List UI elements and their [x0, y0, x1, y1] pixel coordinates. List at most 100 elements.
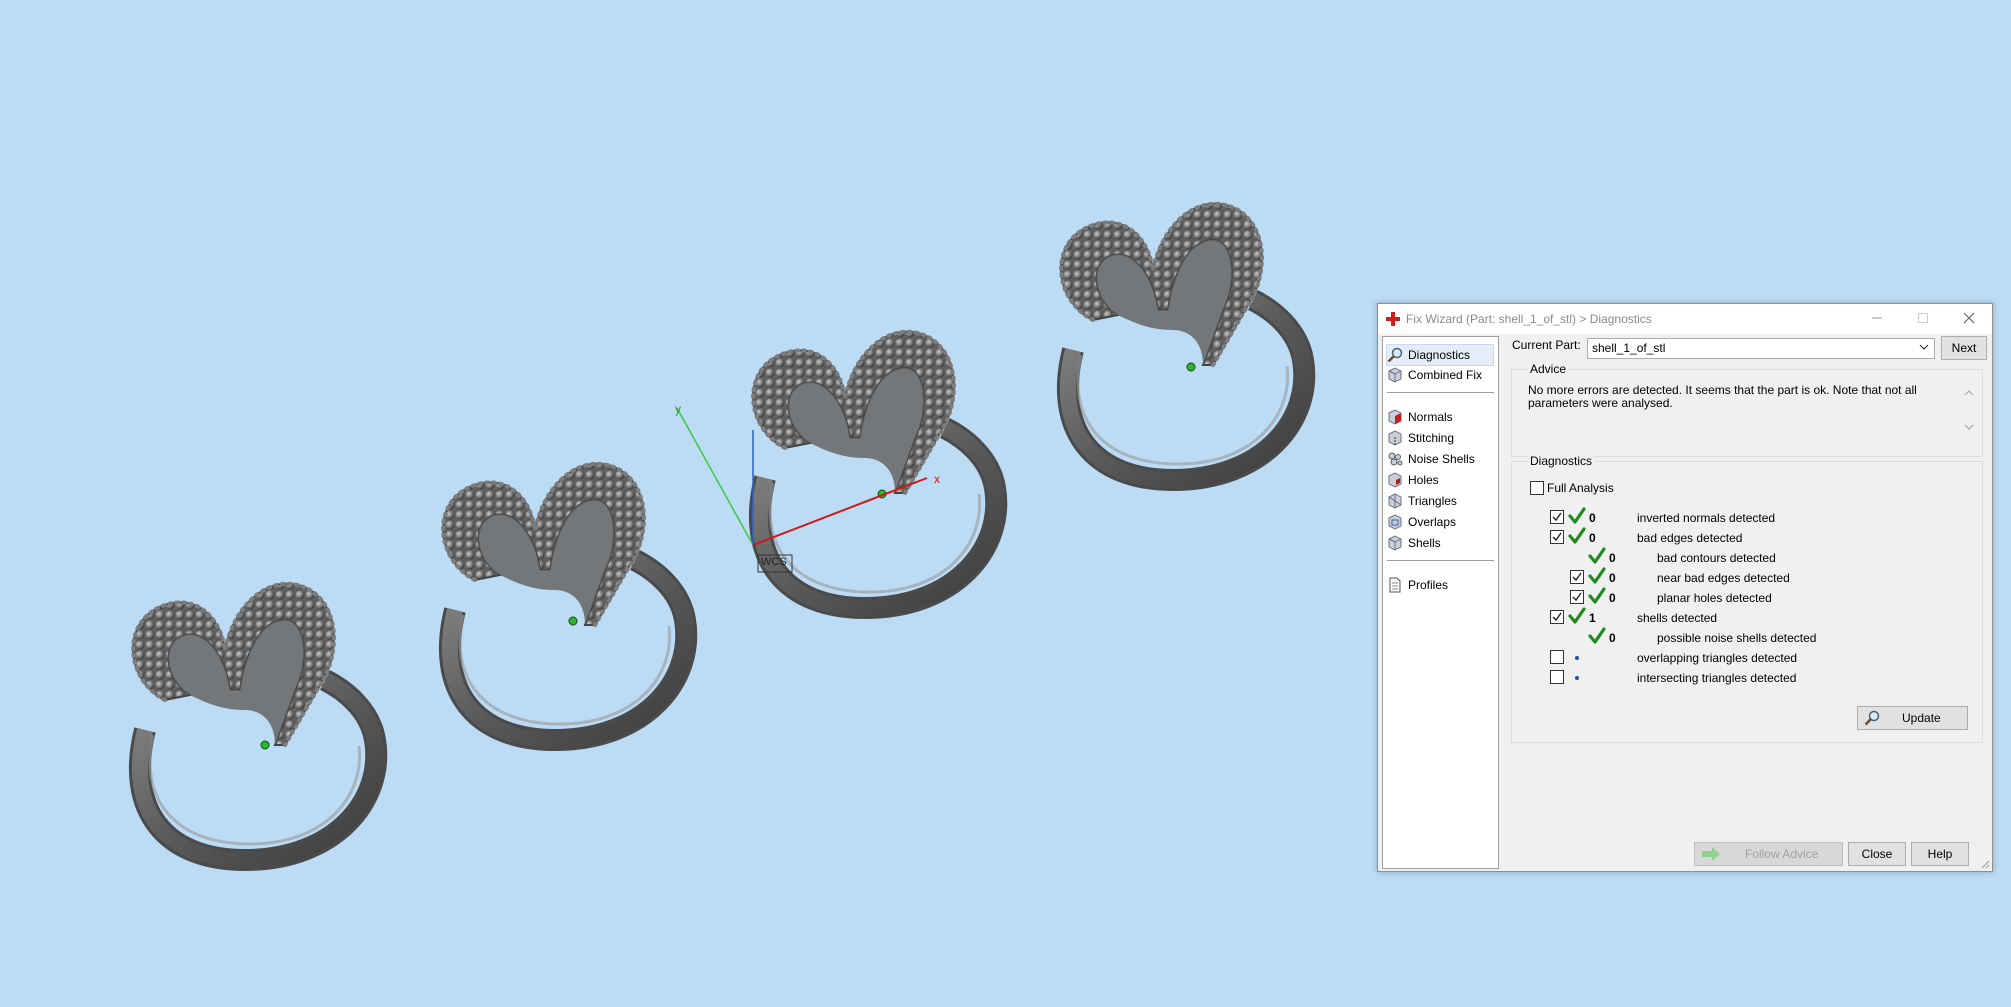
- diagnostic-label: near bad edges detected: [1657, 571, 1790, 585]
- advice-heading: Advice: [1528, 362, 1569, 376]
- fix-wizard-dialog: Fix Wizard (Part: shell_1_of_stl) > Diag…: [1377, 303, 1993, 872]
- diagnostic-label: bad contours detected: [1657, 551, 1776, 565]
- normals-cube-icon: [1388, 409, 1402, 425]
- diagnostic-row: 0 possible noise shells detected: [1512, 627, 1972, 648]
- follow-advice-button[interactable]: Follow Advice: [1694, 842, 1843, 866]
- sidebar-item-normals[interactable]: Normals: [1387, 407, 1453, 427]
- sidebar-item-overlaps[interactable]: Overlaps: [1387, 512, 1456, 532]
- diagnostic-count: 0: [1609, 631, 1616, 645]
- app-icon: [1386, 312, 1400, 326]
- diagnostic-count: 0: [1589, 531, 1596, 545]
- sidebar-item-label: Combined Fix: [1408, 368, 1483, 382]
- diagnostic-checkbox[interactable]: [1550, 510, 1564, 524]
- diagnostic-count: 0: [1609, 551, 1616, 565]
- checkmark-icon: [1552, 532, 1562, 542]
- current-part-label: Current Part:: [1512, 338, 1581, 352]
- sidebar-item-profiles[interactable]: Profiles: [1387, 575, 1448, 595]
- sidebar-item-label: Shells: [1408, 536, 1441, 550]
- sidebar-item-label: Stitching: [1408, 431, 1455, 445]
- checkmark-icon: [1552, 512, 1562, 522]
- next-button[interactable]: Next: [1941, 336, 1987, 360]
- holes-cube-icon: [1388, 472, 1402, 488]
- sidebar-item-label: Triangles: [1408, 494, 1457, 508]
- sidebar-item-combined-fix[interactable]: Combined Fix: [1387, 365, 1482, 385]
- diagnostic-row: overlapping triangles detected: [1512, 650, 1972, 668]
- wizard-sidebar: Diagnostics Combined Fix Normals Stitchi…: [1382, 336, 1499, 869]
- maximize-button[interactable]: [1900, 304, 1946, 334]
- diagnostic-row: 0 inverted normals detected: [1512, 507, 1972, 528]
- diagnostic-count: 1: [1589, 611, 1596, 625]
- status-ok-icon: [1588, 587, 1606, 604]
- diagnostic-label: possible noise shells detected: [1657, 631, 1817, 645]
- diagnostic-row: 0 near bad edges detected: [1512, 567, 1972, 588]
- status-ok-icon: [1588, 547, 1606, 564]
- sidebar-divider: [1387, 560, 1494, 561]
- sidebar-item-diagnostics[interactable]: Diagnostics: [1386, 344, 1494, 366]
- full-analysis-label: Full Analysis: [1547, 481, 1614, 495]
- title-bar[interactable]: Fix Wizard (Part: shell_1_of_stl) > Diag…: [1378, 304, 1992, 334]
- diagnostic-label: inverted normals detected: [1637, 511, 1776, 525]
- checkmark-icon: [1572, 592, 1582, 602]
- diagnostic-row: intersecting triangles detected: [1512, 670, 1972, 688]
- sidebar-item-label: Profiles: [1408, 578, 1449, 592]
- status-ok-icon: [1588, 627, 1606, 644]
- current-part-select[interactable]: shell_1_of_stl: [1587, 338, 1935, 359]
- diagnostic-row: 1 shells detected: [1512, 607, 1972, 628]
- chevron-down-icon: [1919, 344, 1929, 350]
- axis-x-label: x: [934, 472, 940, 486]
- magnifier-icon: [1864, 710, 1880, 726]
- sidebar-item-holes[interactable]: Holes: [1387, 470, 1439, 490]
- sidebar-item-label: Holes: [1408, 473, 1439, 487]
- diagnostic-row: 0 planar holes detected: [1512, 587, 1972, 608]
- diagnostic-row: 0 bad edges detected: [1512, 527, 1972, 548]
- sidebar-item-triangles[interactable]: Triangles: [1387, 491, 1457, 511]
- sidebar-item-shells[interactable]: Shells: [1387, 533, 1441, 553]
- current-part-value: shell_1_of_stl: [1592, 341, 1666, 355]
- axis-y-label: y: [675, 402, 681, 416]
- close-window-button[interactable]: [1946, 304, 1992, 334]
- diagnostic-count: 0: [1589, 511, 1596, 525]
- diagnostic-checkbox[interactable]: [1550, 670, 1564, 684]
- diagnostic-label: overlapping triangles detected: [1637, 651, 1798, 665]
- origin-label: WCS: [761, 556, 787, 568]
- status-unknown-icon: [1575, 676, 1579, 680]
- maximize-icon: [1918, 313, 1928, 323]
- diagnostic-label: bad edges detected: [1637, 531, 1743, 545]
- diagnostic-checkbox[interactable]: [1550, 530, 1564, 544]
- overlaps-cube-icon: [1388, 514, 1402, 530]
- diagnostics-heading: Diagnostics: [1528, 454, 1595, 468]
- full-analysis-checkbox[interactable]: [1530, 481, 1544, 495]
- diagnostic-count: 0: [1609, 571, 1616, 585]
- x-axis-line: [752, 477, 928, 546]
- triangles-cube-icon: [1388, 493, 1402, 509]
- checkmark-icon: [1552, 612, 1562, 622]
- diagnostic-checkbox[interactable]: [1570, 590, 1584, 604]
- status-ok-icon: [1568, 607, 1586, 624]
- y-axis-line: [676, 407, 754, 546]
- update-button-label: Update: [1902, 711, 1941, 725]
- window-title: Fix Wizard (Part: shell_1_of_stl) > Diag…: [1406, 312, 1652, 326]
- advice-scrollbar[interactable]: [1962, 386, 1976, 434]
- sidebar-divider: [1387, 392, 1494, 393]
- diagnostic-row: 0 bad contours detected: [1512, 547, 1972, 568]
- close-button[interactable]: Close: [1848, 842, 1906, 866]
- status-ok-icon: [1568, 507, 1586, 524]
- magnifier-icon: [1387, 347, 1403, 363]
- close-icon: [1963, 312, 1975, 324]
- shells-cube-icon: [1388, 535, 1402, 551]
- arrow-right-icon: [1702, 847, 1720, 861]
- resize-grip-icon[interactable]: [1980, 859, 1990, 869]
- diagnostic-checkbox[interactable]: [1550, 650, 1564, 664]
- advice-text: No more errors are detected. It seems th…: [1528, 384, 1948, 424]
- help-button[interactable]: Help: [1911, 842, 1969, 866]
- checkmark-icon: [1572, 572, 1582, 582]
- cube-icon: [1388, 367, 1402, 383]
- status-unknown-icon: [1575, 656, 1579, 660]
- diagnostic-checkbox[interactable]: [1570, 570, 1584, 584]
- minimize-button[interactable]: [1854, 304, 1900, 334]
- update-button[interactable]: Update: [1857, 706, 1968, 730]
- sidebar-item-noise-shells[interactable]: Noise Shells: [1387, 449, 1475, 469]
- diagnostics-group: Diagnostics Full Analysis 0 inverted norm…: [1511, 454, 1983, 743]
- sidebar-item-stitching[interactable]: Stitching: [1387, 428, 1454, 448]
- diagnostic-checkbox[interactable]: [1550, 610, 1564, 624]
